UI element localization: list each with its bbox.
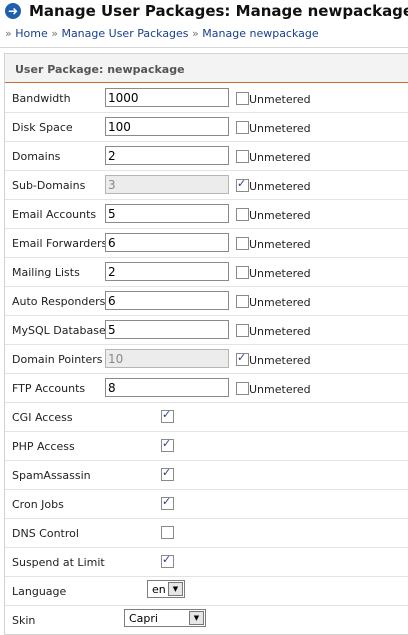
ftp-accounts-unmetered-checkbox[interactable]: [236, 382, 249, 395]
feature-label: CGI Access: [12, 411, 73, 424]
unmetered-label: Unmetered: [249, 238, 311, 251]
feature-label: SpamAssassin: [12, 469, 91, 482]
feature-row-php-access: PHP Access: [5, 432, 408, 461]
page-header: ➜ Manage User Packages: Manage newpackag…: [0, 0, 408, 26]
dns-control-checkbox[interactable]: [161, 526, 174, 539]
cron-jobs-checkbox[interactable]: [161, 495, 174, 510]
skin-value: Capri: [129, 612, 158, 625]
unmetered-label: Unmetered: [249, 93, 311, 106]
language-select[interactable]: en ▼: [147, 580, 185, 598]
breadcrumb: » Home » Manage User Packages » Manage n…: [5, 27, 319, 40]
domain-pointers-input[interactable]: [105, 349, 229, 368]
suspend-at-limit-checkbox[interactable]: [161, 553, 174, 568]
unmetered-label: Unmetered: [249, 383, 311, 396]
feature-row-suspend-at-limit: Suspend at Limit: [5, 548, 408, 577]
mailing-lists-input[interactable]: [105, 262, 229, 281]
limit-row-email-accounts: Email Accounts Unmetered: [5, 200, 408, 229]
limit-row-mailing-lists: Mailing Lists Unmetered: [5, 258, 408, 287]
language-label: Language: [12, 585, 67, 598]
arrow-right-circle-icon: ➜: [5, 3, 21, 19]
limit-label: Mailing Lists: [12, 266, 80, 279]
sub-domains-unmetered-checkbox[interactable]: [236, 177, 249, 192]
email-accounts-input[interactable]: [105, 204, 229, 223]
limit-label: Sub-Domains: [12, 179, 86, 192]
limit-row-ftp-accounts: FTP Accounts Unmetered: [5, 374, 408, 403]
unmetered-label: Unmetered: [249, 209, 311, 222]
breadcrumb-current-link[interactable]: Manage newpackage: [202, 27, 318, 40]
skin-select[interactable]: Capri ▼: [124, 609, 206, 627]
spamassassin-checkbox[interactable]: [161, 466, 174, 481]
limit-label: FTP Accounts: [12, 382, 86, 395]
domains-input[interactable]: [105, 146, 229, 165]
skin-label: Skin: [12, 614, 36, 627]
auto-responders-input[interactable]: [105, 291, 229, 310]
limit-label: Disk Space: [12, 121, 73, 134]
unmetered-label: Unmetered: [249, 180, 311, 193]
limit-row-bandwidth: Bandwidth Unmetered: [5, 84, 408, 113]
panel-title: User Package: newpackage: [15, 63, 185, 76]
feature-row-cron-jobs: Cron Jobs: [5, 490, 408, 519]
auto-responders-unmetered-checkbox[interactable]: [236, 295, 249, 308]
disk-space-input[interactable]: [105, 117, 229, 136]
limit-row-sub-domains: Sub-Domains Unmetered: [5, 171, 408, 200]
feature-label: Cron Jobs: [12, 498, 64, 511]
feature-label: DNS Control: [12, 527, 79, 540]
limit-row-domains: Domains Unmetered: [5, 142, 408, 171]
email-accounts-unmetered-checkbox[interactable]: [236, 208, 249, 221]
limit-label: MySQL Databases: [12, 324, 112, 337]
unmetered-label: Unmetered: [249, 354, 311, 367]
php-access-checkbox[interactable]: [161, 437, 174, 452]
limit-label: Auto Responders: [12, 295, 106, 308]
ftp-accounts-input[interactable]: [105, 378, 229, 397]
sub-domains-input[interactable]: [105, 175, 229, 194]
domain-pointers-unmetered-checkbox[interactable]: [236, 351, 249, 366]
bandwidth-input[interactable]: [105, 88, 229, 107]
bandwidth-unmetered-checkbox[interactable]: [236, 92, 249, 105]
feature-row-spamassassin: SpamAssassin: [5, 461, 408, 490]
unmetered-label: Unmetered: [249, 325, 311, 338]
unmetered-label: Unmetered: [249, 151, 311, 164]
email-forwarders-input[interactable]: [105, 233, 229, 252]
email-forwarders-unmetered-checkbox[interactable]: [236, 237, 249, 250]
breadcrumb-separator: »: [51, 27, 58, 40]
limit-label: Domain Pointers: [12, 353, 103, 366]
limit-row-email-forwarders: Email Forwarders Unmetered: [5, 229, 408, 258]
cgi-access-checkbox[interactable]: [161, 408, 174, 423]
breadcrumb-separator: »: [192, 27, 199, 40]
limit-row-auto-responders: Auto Responders Unmetered: [5, 287, 408, 316]
language-row: Language en ▼: [5, 577, 408, 606]
unmetered-label: Unmetered: [249, 296, 311, 309]
unmetered-label: Unmetered: [249, 122, 311, 135]
disk-space-unmetered-checkbox[interactable]: [236, 121, 249, 134]
feature-row-dns-control: DNS Control: [5, 519, 408, 548]
language-value: en: [152, 583, 166, 596]
mysql-databases-input[interactable]: [105, 320, 229, 339]
mailing-lists-unmetered-checkbox[interactable]: [236, 266, 249, 279]
limit-row-domain-pointers: Domain Pointers Unmetered: [5, 345, 408, 374]
limit-label: Bandwidth: [12, 92, 71, 105]
breadcrumb-separator: »: [5, 27, 12, 40]
package-panel: User Package: newpackage Bandwidth Unmete…: [4, 53, 408, 635]
unmetered-label: Unmetered: [249, 267, 311, 280]
limit-label: Domains: [12, 150, 61, 163]
breadcrumb-packages-link[interactable]: Manage User Packages: [61, 27, 188, 40]
limit-row-disk-space: Disk Space Unmetered: [5, 113, 408, 142]
domains-unmetered-checkbox[interactable]: [236, 150, 249, 163]
breadcrumb-home-link[interactable]: Home: [15, 27, 47, 40]
skin-row: Skin Capri ▼: [5, 606, 408, 634]
feature-label: Suspend at Limit: [12, 556, 105, 569]
header-divider: [0, 47, 408, 48]
limit-label: Email Accounts: [12, 208, 97, 221]
limit-label: Email Forwarders: [12, 237, 108, 250]
feature-row-cgi-access: CGI Access: [5, 403, 408, 432]
mysql-databases-unmetered-checkbox[interactable]: [236, 324, 249, 337]
panel-header: User Package: newpackage: [5, 54, 408, 83]
limit-row-mysql-databases: MySQL Databases Unmetered: [5, 316, 408, 345]
page-title: Manage User Packages: Manage newpackage: [29, 2, 408, 20]
dropdown-arrow-icon: ▼: [189, 611, 204, 625]
feature-label: PHP Access: [12, 440, 75, 453]
dropdown-arrow-icon: ▼: [168, 582, 183, 596]
